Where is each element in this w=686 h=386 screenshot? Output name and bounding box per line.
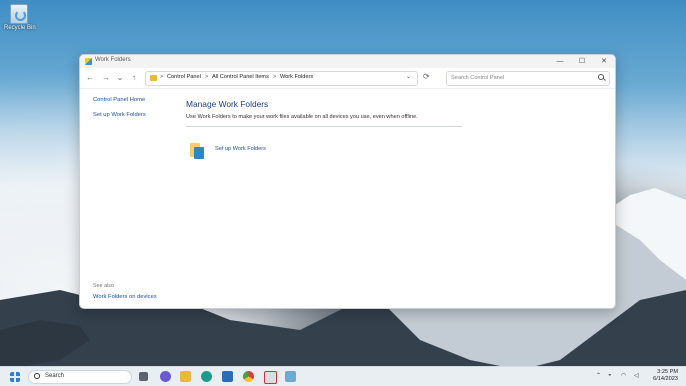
clock-time: 3:25 PM bbox=[657, 369, 678, 375]
recycle-bin-shortcut[interactable]: Recycle Bin bbox=[4, 4, 36, 31]
address-dropdown-chevron-icon[interactable]: ⌄ bbox=[406, 73, 411, 80]
breadcrumb-all-items[interactable]: All Control Panel Items bbox=[212, 74, 269, 80]
work-folders-icon bbox=[190, 141, 204, 159]
search-box[interactable] bbox=[446, 71, 610, 86]
breadcrumb-separator: > bbox=[160, 74, 164, 80]
store-icon[interactable] bbox=[222, 371, 233, 382]
divider bbox=[186, 126, 462, 127]
work-folders-window: Work Folders — ☐ ✕ ← → ⌄ ↑ > Control Pan… bbox=[79, 54, 616, 309]
maximize-button[interactable]: ☐ bbox=[571, 55, 593, 68]
see-also-heading: See also bbox=[93, 283, 114, 289]
sidebar: Control Panel Home Set up Work Folders bbox=[93, 97, 173, 127]
breadcrumb-separator: > bbox=[273, 74, 277, 80]
window-title: Work Folders bbox=[95, 57, 131, 63]
taskbar-search[interactable]: Search bbox=[28, 370, 132, 384]
control-panel-icon bbox=[150, 75, 157, 81]
set-up-work-folders-sidebar-link[interactable]: Set up Work Folders bbox=[93, 112, 173, 118]
page-title: Manage Work Folders bbox=[186, 99, 269, 109]
recent-locations-chevron-icon[interactable]: ⌄ bbox=[114, 72, 126, 84]
app-icon[interactable] bbox=[264, 371, 277, 384]
tray-chevron-icon[interactable]: ⌃ bbox=[596, 372, 601, 379]
work-folders-app-icon bbox=[85, 58, 92, 65]
page-description: Use Work Folders to make your work files… bbox=[186, 114, 418, 120]
breadcrumb-separator: > bbox=[205, 74, 209, 80]
address-bar[interactable]: > Control Panel > All Control Panel Item… bbox=[145, 71, 418, 86]
volume-icon[interactable]: ◁ bbox=[634, 372, 639, 379]
breadcrumb-work-folders[interactable]: Work Folders bbox=[280, 74, 313, 80]
breadcrumb-control-panel[interactable]: Control Panel bbox=[167, 74, 201, 80]
search-input[interactable] bbox=[451, 73, 591, 83]
navigation-bar: ← → ⌄ ↑ > Control Panel > All Control Pa… bbox=[80, 68, 615, 89]
main-panel: Manage Work Folders Use Work Folders to … bbox=[186, 99, 595, 159]
task-view-icon[interactable] bbox=[139, 372, 148, 381]
content-area: Control Panel Home Set up Work Folders S… bbox=[80, 89, 615, 308]
title-bar[interactable]: Work Folders — ☐ ✕ bbox=[80, 55, 615, 68]
chrome-icon[interactable] bbox=[243, 371, 254, 382]
search-icon[interactable] bbox=[598, 74, 604, 80]
edge-browser-icon[interactable] bbox=[201, 371, 212, 382]
file-explorer-icon[interactable] bbox=[180, 371, 191, 382]
refresh-icon[interactable]: ⟳ bbox=[423, 72, 430, 81]
back-arrow-icon[interactable]: ← bbox=[84, 72, 96, 84]
set-up-work-folders-link[interactable]: Set up Work Folders bbox=[215, 146, 266, 152]
forward-arrow-icon[interactable]: → bbox=[100, 72, 112, 84]
clock[interactable]: 3:25 PM 6/14/2023 bbox=[653, 369, 678, 383]
control-panel-taskbar-icon[interactable] bbox=[285, 371, 296, 382]
search-icon bbox=[34, 373, 40, 379]
minimize-button[interactable]: — bbox=[549, 55, 571, 68]
close-button[interactable]: ✕ bbox=[593, 55, 615, 68]
recycle-bin-label: Recycle Bin bbox=[4, 25, 36, 31]
network-icon[interactable]: ◒ bbox=[608, 372, 612, 378]
wifi-icon[interactable]: ◠ bbox=[621, 372, 626, 379]
clock-date: 6/14/2023 bbox=[653, 376, 678, 382]
work-folders-on-devices-link[interactable]: Work Folders on devices bbox=[93, 294, 157, 300]
control-panel-home-link[interactable]: Control Panel Home bbox=[93, 97, 173, 103]
taskbar: Search ⌃ ◒ ◠ ◁ 3:25 PM 6/14/2023 bbox=[0, 366, 686, 386]
start-windows-icon[interactable] bbox=[10, 372, 20, 382]
recycle-bin-icon bbox=[10, 4, 28, 24]
chat-icon[interactable] bbox=[160, 371, 171, 382]
up-arrow-icon[interactable]: ↑ bbox=[128, 72, 140, 84]
taskbar-search-label: Search bbox=[45, 373, 65, 379]
